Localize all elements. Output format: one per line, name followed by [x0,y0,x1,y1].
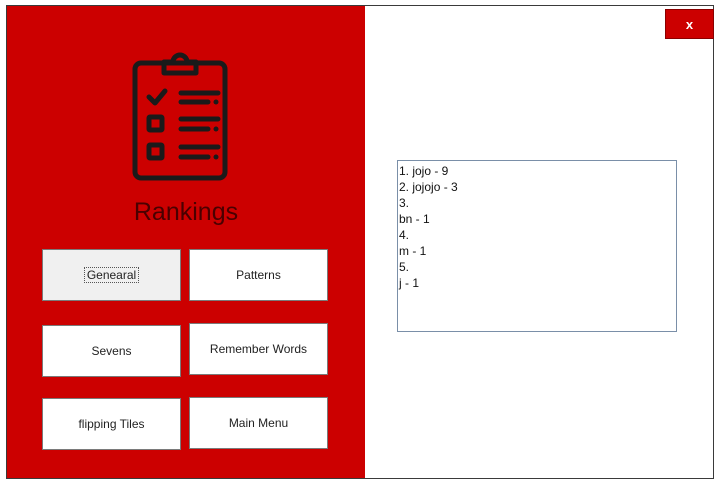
list-item: 2. jojojo - 3 [399,180,458,194]
list-item: bn - 1 [399,212,430,226]
list-item: 1. jojo - 9 [399,164,449,178]
main-menu-button-label: Main Menu [228,416,289,430]
flipping-tiles-button[interactable]: flipping Tiles [42,398,181,450]
rankings-window: Rankings Genearal Patterns Sevens Rememb… [6,5,714,479]
remember-words-button[interactable]: Remember Words [189,323,328,375]
general-button-label: Genearal [83,267,140,283]
list-item: 5. [399,260,410,274]
clipboard-checklist-icon [132,52,228,181]
patterns-button[interactable]: Patterns [189,249,328,301]
flipping-tiles-button-label: flipping Tiles [78,417,145,431]
general-button[interactable]: Genearal [42,249,181,301]
sevens-button-label: Sevens [91,344,132,358]
page-title: Rankings [133,198,239,226]
sevens-button[interactable]: Sevens [42,325,181,377]
left-panel: Rankings Genearal Patterns Sevens Rememb… [7,6,365,478]
rankings-list[interactable]: 1. jojo - 9 2. jojojo - 3 3. bn - 1 4. m… [397,160,677,332]
close-button[interactable]: x [665,9,714,39]
list-item: j - 1 [399,276,420,290]
close-button-label: x [685,16,694,32]
remember-words-button-label: Remember Words [209,342,308,356]
main-menu-button[interactable]: Main Menu [189,397,328,449]
list-item: 3. [399,196,410,210]
list-item: m - 1 [399,244,427,258]
patterns-button-label: Patterns [236,268,281,282]
list-item: 4. [399,228,410,242]
